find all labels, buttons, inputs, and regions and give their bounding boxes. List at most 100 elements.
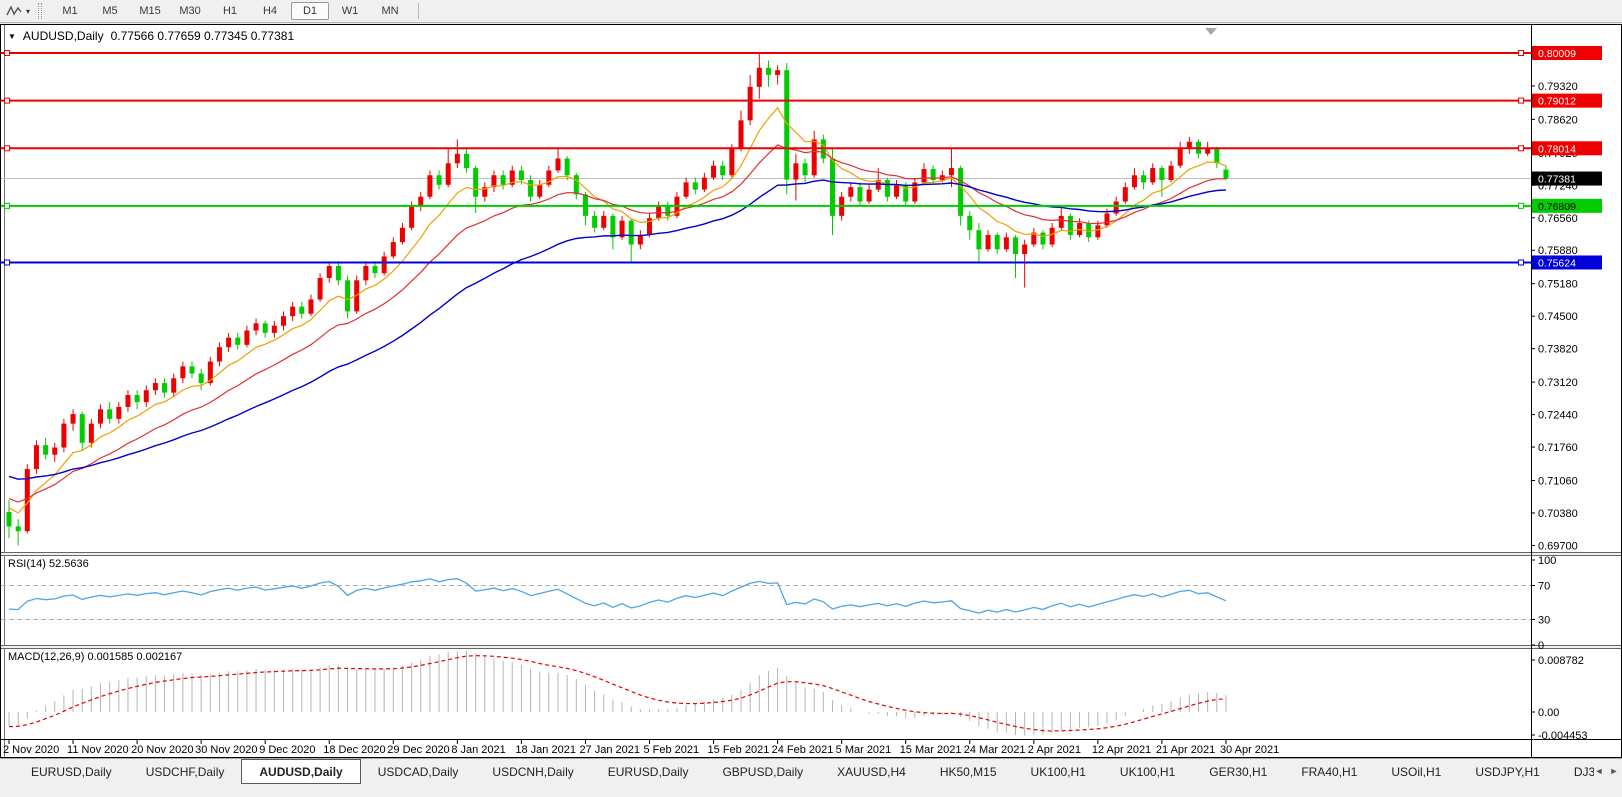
- tab-eurusd-daily[interactable]: EURUSD,Daily: [14, 759, 129, 784]
- hline-handle[interactable]: [1518, 97, 1524, 104]
- hline-handle[interactable]: [1518, 259, 1524, 266]
- tab-hk50-m15[interactable]: HK50,M15: [923, 759, 1014, 784]
- time-tick-label: 18 Dec 2020: [323, 744, 385, 756]
- rsi-indicator-label: RSI(14) 52.5636: [8, 558, 89, 570]
- timeframe-button-h1[interactable]: H1: [211, 2, 249, 20]
- candle-body: [729, 148, 735, 176]
- timeframe-button-mn[interactable]: MN: [371, 2, 409, 20]
- candle-body: [1214, 148, 1220, 164]
- hline-handle[interactable]: [4, 50, 10, 56]
- candle-body: [711, 165, 717, 178]
- toolbar-grip[interactable]: [38, 3, 43, 19]
- tab-scroll-left-icon[interactable]: ◄: [1593, 764, 1605, 778]
- timeframe-button-d1[interactable]: D1: [291, 2, 330, 20]
- tab-usdcad-daily[interactable]: USDCAD,Daily: [361, 759, 476, 784]
- candle-body: [1022, 244, 1028, 255]
- time-tick-label: 18 Jan 2021: [515, 744, 576, 756]
- cursor-mode-dropdown-icon[interactable]: ▾: [26, 7, 30, 16]
- hline-handle[interactable]: [1518, 202, 1524, 209]
- candle-body: [958, 168, 964, 216]
- timeframe-button-w1[interactable]: W1: [331, 2, 369, 20]
- candle-body: [1067, 215, 1073, 235]
- chart-ohlc-values: 0.77566 0.77659 0.77345 0.77381: [110, 29, 295, 43]
- timeframe-button-m15[interactable]: M15: [131, 2, 169, 20]
- tab-scroll-right-icon[interactable]: ►: [1608, 764, 1620, 778]
- tab-gbpusd-daily[interactable]: GBPUSD,Daily: [705, 759, 820, 784]
- candle-body: [564, 158, 570, 176]
- candle-body: [1168, 165, 1174, 181]
- candle-body: [720, 165, 726, 176]
- candle-body: [518, 170, 524, 181]
- tab-usdcnh-daily[interactable]: USDCNH,Daily: [475, 759, 590, 784]
- candle-body: [775, 70, 781, 75]
- candle-body: [70, 414, 76, 424]
- candle-body: [884, 180, 890, 197]
- chart-shift-marker[interactable]: [1205, 28, 1217, 35]
- candle-body: [537, 184, 543, 197]
- candle-body: [811, 139, 817, 176]
- candle-body: [262, 323, 268, 333]
- macd-histogram: [8, 651, 1227, 736]
- rsi-axis-label: 30: [1538, 615, 1550, 627]
- candle-body: [1086, 223, 1092, 238]
- timeframe-button-m30[interactable]: M30: [171, 2, 209, 20]
- tab-strip: EURUSD,Daily USDCHF,Daily AUDUSD,Daily USDC…: [0, 759, 1594, 784]
- time-tick-label: 12 Apr 2021: [1092, 744, 1151, 756]
- hline-handle[interactable]: [1518, 145, 1524, 152]
- time-tick-label: 15 Mar 2021: [900, 744, 962, 756]
- tab-usdchf-daily[interactable]: USDCHF,Daily: [129, 759, 242, 784]
- candle-body: [692, 182, 698, 190]
- candle-body: [399, 227, 405, 243]
- timeframe-button-m5[interactable]: M5: [91, 2, 129, 20]
- price-tick-label: 0.79320: [1538, 81, 1578, 93]
- candle-body: [1205, 148, 1211, 154]
- chart-window: 2 Nov 2020 11 Nov 2020 20 Nov 2020 30 Nov 2…: [0, 24, 1622, 758]
- time-tick-label: 21 Apr 2021: [1156, 744, 1215, 756]
- hline-handle[interactable]: [4, 97, 10, 104]
- hline-handle[interactable]: [4, 259, 10, 266]
- candle-body: [601, 215, 607, 228]
- timeframe-button-m1[interactable]: M1: [51, 2, 89, 20]
- hline-handle[interactable]: [4, 145, 10, 152]
- timeframe-button-h4[interactable]: H4: [251, 2, 289, 20]
- hline-handle[interactable]: [1518, 50, 1524, 56]
- candle-body: [43, 445, 49, 455]
- tab-ger30-h1[interactable]: GER30,H1: [1192, 759, 1284, 784]
- candle-body: [61, 423, 67, 448]
- tab-usoil-h1[interactable]: USOil,H1: [1374, 759, 1458, 784]
- tab-xauusd-h4[interactable]: XAUUSD,H4: [820, 759, 923, 784]
- candles-layer: [6, 53, 1229, 546]
- tab-fra40-h1[interactable]: FRA40,H1: [1284, 759, 1374, 784]
- candle-body: [390, 242, 396, 257]
- candle-body: [88, 423, 94, 443]
- candle-body: [6, 512, 12, 527]
- candle-body: [1159, 168, 1165, 181]
- tab-dj30-weekly[interactable]: DJ30,Weekly: [1557, 759, 1594, 784]
- tab-uk100-h1[interactable]: UK100,H1: [1014, 759, 1103, 784]
- price-badge-label: 0.80009: [1538, 48, 1576, 60]
- timeframe-buttons: M1 M5 M15 M30 H1 H4 D1 W1 MN: [50, 2, 410, 20]
- price-tick-label: 0.76560: [1538, 213, 1578, 225]
- hline-handle[interactable]: [4, 202, 10, 209]
- tab-uk100-h1[interactable]: UK100,H1: [1103, 759, 1192, 784]
- price-badge-label: 0.78014: [1538, 143, 1576, 155]
- price-badge-label: 0.76809: [1538, 201, 1576, 213]
- chart-menu-icon[interactable]: ▼: [8, 32, 16, 41]
- chart-canvas[interactable]: 2 Nov 2020 11 Nov 2020 20 Nov 2020 30 Nov 2…: [1, 25, 1621, 757]
- time-tick-label: 2 Apr 2021: [1028, 744, 1081, 756]
- candle-body: [216, 347, 222, 362]
- tab-audusd-daily[interactable]: AUDUSD,Daily: [241, 759, 361, 784]
- candle-body: [628, 220, 634, 245]
- tab-eurusd-daily[interactable]: EURUSD,Daily: [591, 759, 706, 784]
- candle-body: [857, 187, 863, 202]
- price-tick-label: 0.70380: [1538, 508, 1578, 520]
- candle-body: [994, 234, 1000, 250]
- cursor-mode-icon[interactable]: [4, 3, 24, 19]
- time-tick-label: 24 Feb 2021: [772, 744, 834, 756]
- candle-body: [363, 266, 369, 281]
- price-tick-label: 0.75180: [1538, 279, 1578, 291]
- tab-usdjpy-h1[interactable]: USDJPY,H1: [1458, 759, 1556, 784]
- toolbar: ▾ M1 M5 M15 M30 H1 H4 D1 W1 MN: [0, 0, 1622, 23]
- candle-body: [1177, 148, 1183, 166]
- candle-body: [162, 383, 168, 393]
